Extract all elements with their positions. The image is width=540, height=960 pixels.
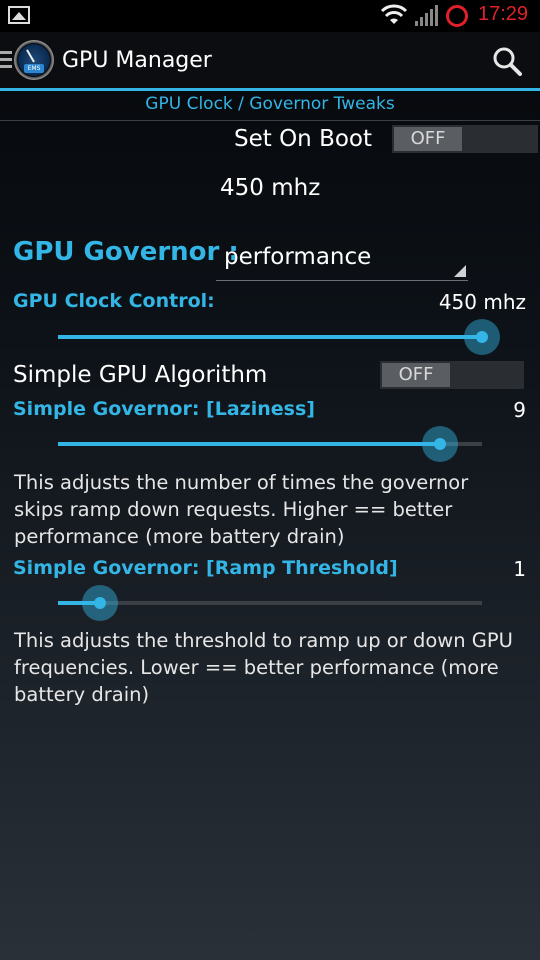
alarm-icon: [446, 5, 468, 27]
gpu-governor-label: GPU Governor :: [13, 237, 239, 267]
laziness-description: This adjusts the number of times the gov…: [14, 471, 469, 548]
action-bar-divider: [0, 88, 540, 91]
simple-gpu-algorithm-toggle[interactable]: OFF: [380, 361, 524, 389]
ramp-threshold-slider-track: [58, 601, 482, 605]
ramp-threshold-slider-thumb[interactable]: [82, 585, 119, 621]
gpu-clock-slider-thumb[interactable]: [464, 319, 500, 355]
section-divider: [0, 120, 540, 121]
app-logo-tag: EMS: [24, 64, 44, 73]
set-on-boot-toggle[interactable]: OFF: [392, 125, 538, 153]
simple-gpu-algorithm-label: Simple GPU Algorithm: [13, 362, 268, 388]
gpu-clock-control-label: GPU Clock Control:: [13, 290, 215, 312]
simple-gpu-algorithm-toggle-text: OFF: [382, 363, 450, 387]
clock-time: 17:29: [478, 3, 529, 25]
governor-selected-value: performance: [224, 244, 372, 270]
drawer-menu-icon[interactable]: [0, 51, 12, 71]
laziness-slider-fill: [58, 442, 440, 446]
section-title: GPU Clock / Governor Tweaks: [145, 94, 395, 114]
governor-dropdown[interactable]: performance: [216, 238, 468, 281]
search-icon[interactable]: [492, 46, 522, 76]
gallery-notification-icon: [8, 6, 30, 24]
set-on-boot-label: Set On Boot: [234, 126, 373, 152]
ramp-threshold-description: This adjusts the threshold to ramp up or…: [14, 629, 513, 706]
app-title: GPU Manager: [62, 48, 212, 73]
dropdown-arrow-icon: [454, 265, 466, 277]
laziness-value: 9: [513, 398, 526, 422]
gpu-clock-slider-fill: [58, 335, 482, 339]
ramp-threshold-value: 1: [513, 557, 526, 581]
laziness-slider-thumb[interactable]: [421, 426, 458, 462]
set-on-boot-toggle-text: OFF: [394, 127, 462, 151]
status-bar: 17:29: [0, 0, 540, 32]
app-logo-icon[interactable]: EMS: [14, 40, 54, 80]
laziness-label: Simple Governor: [Laziness]: [13, 398, 315, 420]
wifi-icon: [380, 4, 408, 24]
ramp-threshold-label: Simple Governor: [Ramp Threshold]: [13, 557, 398, 579]
signal-icon: [415, 5, 438, 26]
gpu-clock-control-value: 450 mhz: [438, 290, 526, 314]
current-frequency: 450 mhz: [220, 175, 321, 201]
action-bar: EMS GPU Manager: [0, 32, 540, 90]
